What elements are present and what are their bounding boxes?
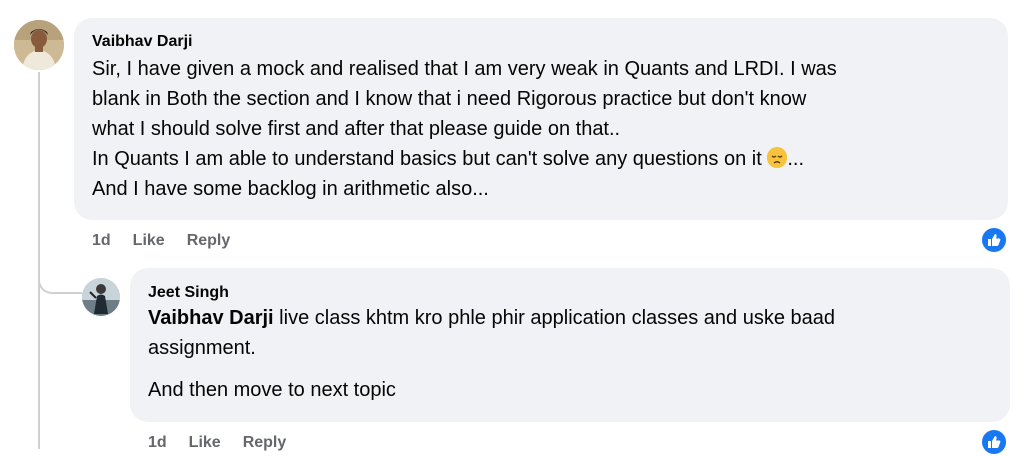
comment-timestamp[interactable]: 1d xyxy=(92,232,111,250)
comment-line: blank in Both the section and I know tha… xyxy=(92,88,807,110)
avatar[interactable] xyxy=(14,20,64,70)
comment-line: In Quants I am able to understand basics… xyxy=(92,144,990,174)
like-reaction-icon[interactable] xyxy=(980,226,1008,254)
reply-author[interactable]: Jeet Singh xyxy=(148,283,992,303)
reply-actions: 1d Like Reply xyxy=(148,434,286,452)
thread-line xyxy=(38,72,40,449)
like-reaction-icon[interactable] xyxy=(980,428,1008,456)
thread-line-connector xyxy=(38,262,82,294)
ellipsis-text: ... xyxy=(787,148,805,170)
avatar[interactable] xyxy=(82,278,120,316)
avatar-photo xyxy=(14,20,64,70)
reply-button[interactable]: Reply xyxy=(243,434,287,452)
comment-actions: 1d Like Reply xyxy=(92,232,230,250)
like-button[interactable]: Like xyxy=(189,434,221,452)
comment-line-text: In Quants I am able to understand basics… xyxy=(92,148,762,170)
reply-line-text: assignment. xyxy=(148,337,256,359)
comment-bubble: Vaibhav Darji Sir, I have given a mock a… xyxy=(74,18,1008,220)
comment-author[interactable]: Vaibhav Darji xyxy=(92,32,990,52)
reply-paragraph: And then move to next topic xyxy=(148,379,396,401)
disappointed-face-icon xyxy=(767,147,788,168)
avatar-photo xyxy=(82,278,120,316)
like-button[interactable]: Like xyxy=(133,232,165,250)
reply-text: Vaibhav Darji live class khtm kro phle p… xyxy=(148,303,992,405)
reply-bubble: Jeet Singh Vaibhav Darji live class khtm… xyxy=(130,268,1010,422)
comment-line: Sir, I have given a mock and realised th… xyxy=(92,58,837,80)
mention-link[interactable]: Vaibhav Darji xyxy=(148,307,274,329)
comment-text: Sir, I have given a mock and realised th… xyxy=(92,54,990,204)
comment-line: And I have some backlog in arithmetic al… xyxy=(92,178,489,200)
reply-paragraph: Vaibhav Darji live class khtm kro phle p… xyxy=(148,303,992,363)
reply-timestamp[interactable]: 1d xyxy=(148,434,167,452)
reply-button[interactable]: Reply xyxy=(187,232,231,250)
reply-line-text: live class khtm kro phle phir applicatio… xyxy=(273,307,836,329)
comment-line: what I should solve first and after that… xyxy=(92,118,621,140)
